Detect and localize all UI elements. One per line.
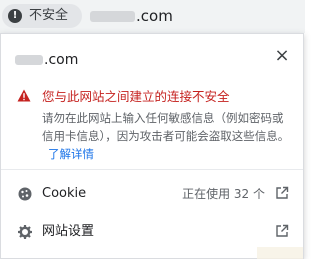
site-info-popup: .com × 您与此网站之间建立的连接不安全 请勿在此网站上输入任何敏感信息（例…	[0, 33, 304, 259]
site-settings-row[interactable]: 网站设置	[1, 217, 303, 247]
learn-more-link[interactable]: 了解详情	[48, 147, 94, 161]
cookie-status: 正在使用 32 个	[182, 187, 265, 201]
site-settings-label: 网站设置	[42, 224, 95, 239]
alert-title: 您与此网站之间建立的连接不安全	[42, 89, 230, 104]
gear-icon	[18, 225, 32, 239]
redacted-domain	[90, 11, 135, 22]
url-text[interactable]: .com	[90, 7, 173, 25]
warning-circle-icon: !	[8, 9, 22, 23]
open-external-icon[interactable]	[275, 186, 289, 200]
cookie-label: Cookie	[42, 186, 87, 201]
redacted-site	[15, 55, 43, 65]
security-chip[interactable]: ! 不安全	[2, 4, 82, 28]
open-external-icon[interactable]	[275, 224, 289, 238]
cookie-row[interactable]: Cookie 正在使用 32 个	[1, 179, 303, 209]
address-bar[interactable]: ! 不安全 .com	[0, 0, 305, 33]
alert-body: 请勿在此网站上输入任何敏感信息（例如密码或信用卡信息），因为攻击者可能会盗取这些…	[42, 109, 292, 163]
alert-description: 请勿在此网站上输入任何敏感信息（例如密码或信用卡信息），因为攻击者可能会盗取这些…	[42, 111, 290, 143]
site-name: .com	[15, 51, 78, 69]
warning-triangle-icon	[17, 89, 31, 102]
url-suffix: .com	[136, 7, 173, 25]
divider	[1, 169, 303, 170]
site-suffix: .com	[44, 52, 79, 68]
cookie-icon	[18, 187, 32, 201]
close-icon[interactable]: ×	[274, 47, 290, 65]
security-label: 不安全	[29, 8, 69, 23]
watermark	[257, 247, 303, 259]
